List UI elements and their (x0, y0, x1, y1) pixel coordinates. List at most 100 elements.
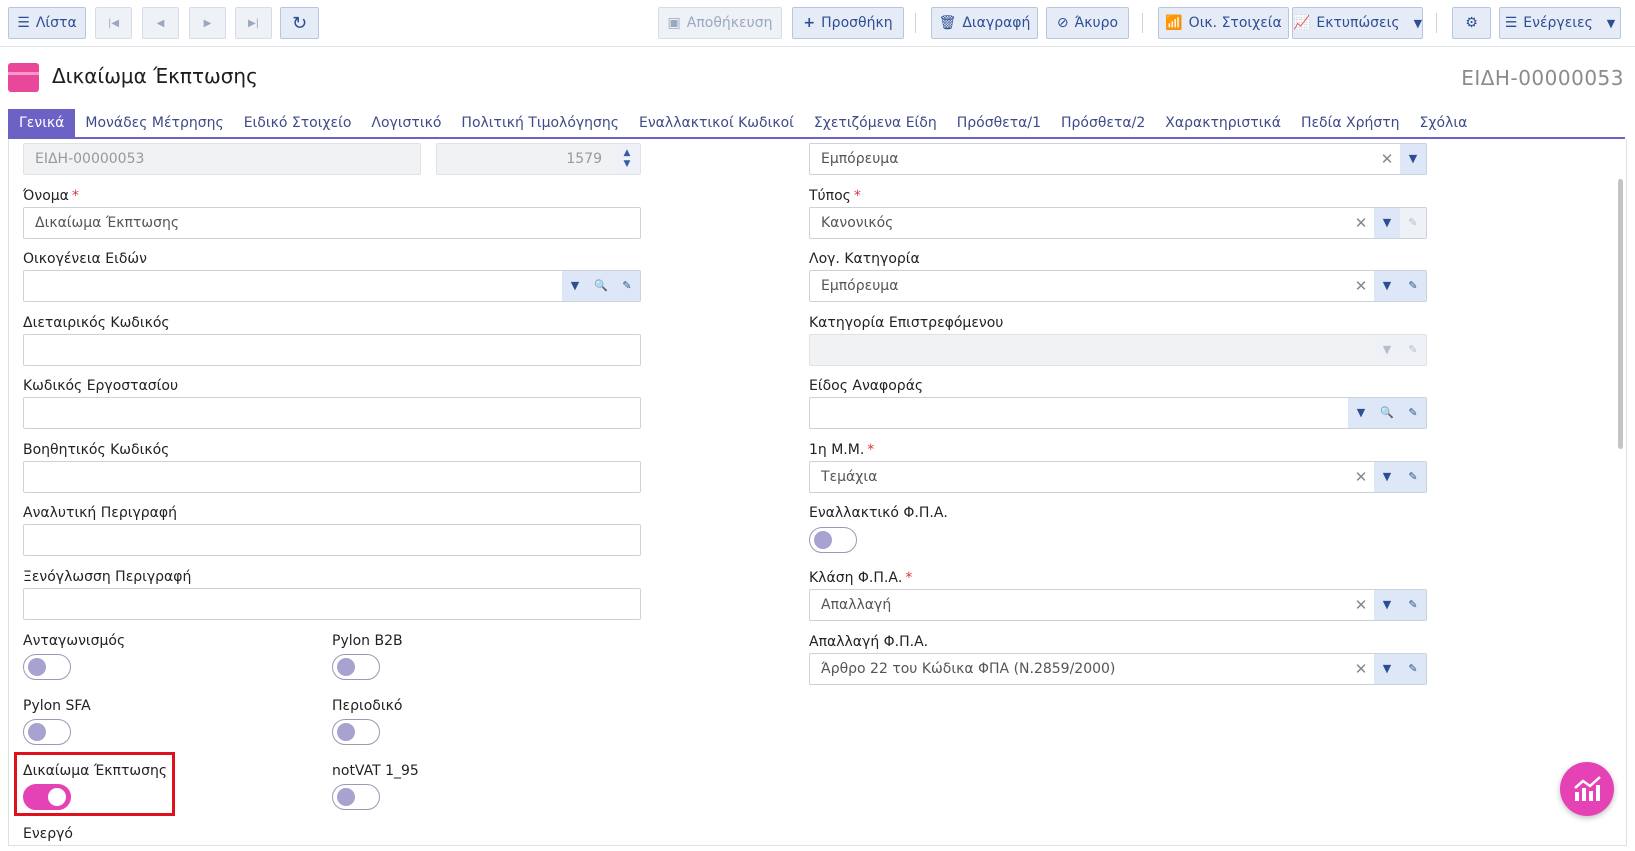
ban-icon: ⊘ (1056, 15, 1069, 31)
dropdown-arrow-icon[interactable]: ▼ (1374, 335, 1400, 365)
previous-record-button[interactable]: ◀ (142, 7, 179, 39)
toolbar: ☰ Λίστα |◀ ◀ ▶ ▶| ↻ ▣ Αποθήκευση + Προσθ… (0, 0, 1635, 47)
return-category-select[interactable]: ▼ ✎ (809, 334, 1427, 366)
edit-pencil-icon[interactable]: ✎ (1400, 654, 1426, 684)
delete-button[interactable]: 🗑 Διαγραφή (931, 7, 1038, 39)
prints-dropdown-button[interactable]: 📈 Εκτυπώσεις ▼ (1292, 7, 1423, 39)
factory-code-label: Κωδικός Εργοστασίου (23, 378, 179, 394)
financial-data-button[interactable]: 📶 Οικ. Στοιχεία (1158, 7, 1289, 39)
clear-icon[interactable]: ✕ (1374, 144, 1400, 174)
first-unit-select[interactable]: Τεμάχια ✕ ▼ ✎ (809, 461, 1427, 493)
alt-vat-label: Εναλλακτικό Φ.Π.Α. (809, 505, 948, 521)
add-button[interactable]: + Προσθήκη (792, 7, 904, 39)
type-select[interactable]: Κανονικός ✕ ▼ ✎ (809, 207, 1427, 239)
aux-code-input[interactable] (23, 461, 641, 493)
pylon-b2b-toggle[interactable] (332, 654, 380, 680)
tab-units[interactable]: Μονάδες Μέτρησης (75, 109, 233, 137)
discount-right-toggle[interactable] (23, 784, 71, 810)
factory-code-input[interactable] (23, 397, 641, 429)
tab-related-items[interactable]: Σχετιζόμενα Είδη (804, 109, 947, 137)
dropdown-arrow-icon[interactable]: ▼ (1374, 590, 1400, 620)
foreign-description-input[interactable] (23, 588, 641, 620)
dropdown-arrow-icon[interactable]: ▼ (1348, 398, 1374, 428)
family-input[interactable]: ▼ 🔍 ✎ (23, 270, 641, 302)
pylon-b2b-label: Pylon B2B (332, 633, 403, 649)
edit-pencil-icon[interactable]: ✎ (614, 271, 640, 301)
plus-icon: + (803, 15, 816, 31)
cancel-button[interactable]: ⊘ Άκυρο (1046, 7, 1129, 39)
number-stepper[interactable]: ▲ ▼ (614, 144, 640, 174)
competition-label: Ανταγωνισμός (23, 633, 126, 649)
tab-comments[interactable]: Σχόλια (1410, 109, 1478, 137)
report-type-input[interactable]: ▼ 🔍 ✎ (809, 397, 1427, 429)
dropdown-arrow-icon[interactable]: ▼ (1400, 144, 1426, 174)
actions-dropdown-button[interactable]: ☰ Ενέργειες ▼ (1499, 7, 1621, 39)
clear-icon[interactable]: ✕ (1348, 271, 1374, 301)
tab-general[interactable]: Γενικά (8, 109, 76, 137)
dropdown-arrow-icon[interactable]: ▼ (1374, 654, 1400, 684)
vat-exemption-label: Απαλλαγή Φ.Π.Α. (809, 634, 929, 650)
first-record-button[interactable]: |◀ (95, 7, 132, 39)
vat-exemption-select[interactable]: Άρθρο 22 του Κώδικα ΦΠΑ (Ν.2859/2000) ✕ … (809, 653, 1427, 685)
tab-bar: Γενικά Μονάδες Μέτρησης Ειδικό Στοιχείο … (8, 107, 1625, 139)
active-label: Ενεργό (23, 826, 73, 842)
notvat-toggle[interactable] (332, 784, 380, 810)
edit-pencil-icon[interactable]: ✎ (1400, 335, 1426, 365)
intercompany-code-input[interactable] (23, 334, 641, 366)
edit-pencil-icon[interactable]: ✎ (1400, 398, 1426, 428)
detailed-description-label: Αναλυτική Περιγραφή (23, 505, 177, 521)
accounting-category-select[interactable]: Εμπόρευμα ✕ ▼ ✎ (809, 270, 1427, 302)
name-input[interactable]: Δικαίωμα Έκπτωσης (23, 207, 641, 239)
next-record-button[interactable]: ▶ (189, 7, 226, 39)
pylon-sfa-toggle[interactable] (23, 719, 71, 745)
number-field[interactable]: 1579 ▲ ▼ (436, 143, 641, 175)
list-icon: ☰ (17, 15, 30, 31)
periodic-toggle[interactable] (332, 719, 380, 745)
skip-first-icon: |◀ (107, 17, 120, 29)
analytics-fab-button[interactable] (1560, 762, 1614, 816)
tab-pricing-policy[interactable]: Πολιτική Τιμολόγησης (451, 109, 629, 137)
trash-icon: 🗑 (938, 15, 957, 31)
dropdown-arrow-icon[interactable]: ▼ (1374, 271, 1400, 301)
item-category-input[interactable]: Εμπόρευμα ✕ ▼ (809, 143, 1427, 175)
accounting-category-label: Λογ. Κατηγορία (809, 251, 920, 267)
toolbar-divider (915, 13, 916, 33)
edit-pencil-icon[interactable]: ✎ (1400, 271, 1426, 301)
clear-icon[interactable]: ✕ (1348, 654, 1374, 684)
tab-extra-2[interactable]: Πρόσθετα/2 (1051, 109, 1155, 137)
dropdown-arrow-icon[interactable]: ▼ (1374, 462, 1400, 492)
refresh-button[interactable]: ↻ (280, 7, 319, 39)
first-unit-label: 1η Μ.Μ. * (809, 442, 875, 458)
dropdown-arrow-icon[interactable]: ▼ (562, 271, 588, 301)
search-icon[interactable]: 🔍 (1374, 398, 1400, 428)
last-record-button[interactable]: ▶| (235, 7, 272, 39)
family-label: Οικογένεια Ειδών (23, 251, 147, 267)
scrollbar[interactable] (1618, 179, 1623, 449)
list-button[interactable]: ☰ Λίστα (8, 7, 86, 39)
tab-user-fields[interactable]: Πεδία Χρήστη (1291, 109, 1410, 137)
caret-down-icon: ▼ (1606, 16, 1616, 30)
edit-pencil-icon[interactable]: ✎ (1400, 462, 1426, 492)
vat-class-select[interactable]: Απαλλαγή ✕ ▼ ✎ (809, 589, 1427, 621)
edit-pencil-icon[interactable]: ✎ (1400, 590, 1426, 620)
save-button[interactable]: ▣ Αποθήκευση (658, 7, 782, 39)
settings-button[interactable]: ⚙ (1452, 7, 1491, 39)
chart-bars-icon: 📶 (1165, 15, 1183, 31)
competition-toggle[interactable] (23, 654, 71, 680)
tab-extra-1[interactable]: Πρόσθετα/1 (947, 109, 1051, 137)
edit-pencil-icon[interactable]: ✎ (1400, 208, 1426, 238)
toolbar-divider (1436, 13, 1437, 33)
clear-icon[interactable]: ✕ (1348, 208, 1374, 238)
search-icon[interactable]: 🔍 (588, 271, 614, 301)
tab-special-item[interactable]: Ειδικό Στοιχείο (234, 109, 362, 137)
tab-characteristics[interactable]: Χαρακτηριστικά (1155, 109, 1291, 137)
code-field[interactable]: ΕΙΔΗ-00000053 (23, 143, 421, 175)
clear-icon[interactable]: ✕ (1348, 590, 1374, 620)
tab-alternative-codes[interactable]: Εναλλακτικοί Κωδικοί (629, 109, 804, 137)
alt-vat-toggle[interactable] (809, 527, 857, 553)
toolbar-divider (1142, 13, 1143, 33)
dropdown-arrow-icon[interactable]: ▼ (1374, 208, 1400, 238)
detailed-description-input[interactable] (23, 524, 641, 556)
clear-icon[interactable]: ✕ (1348, 462, 1374, 492)
tab-accounting[interactable]: Λογιστικό (361, 109, 451, 137)
